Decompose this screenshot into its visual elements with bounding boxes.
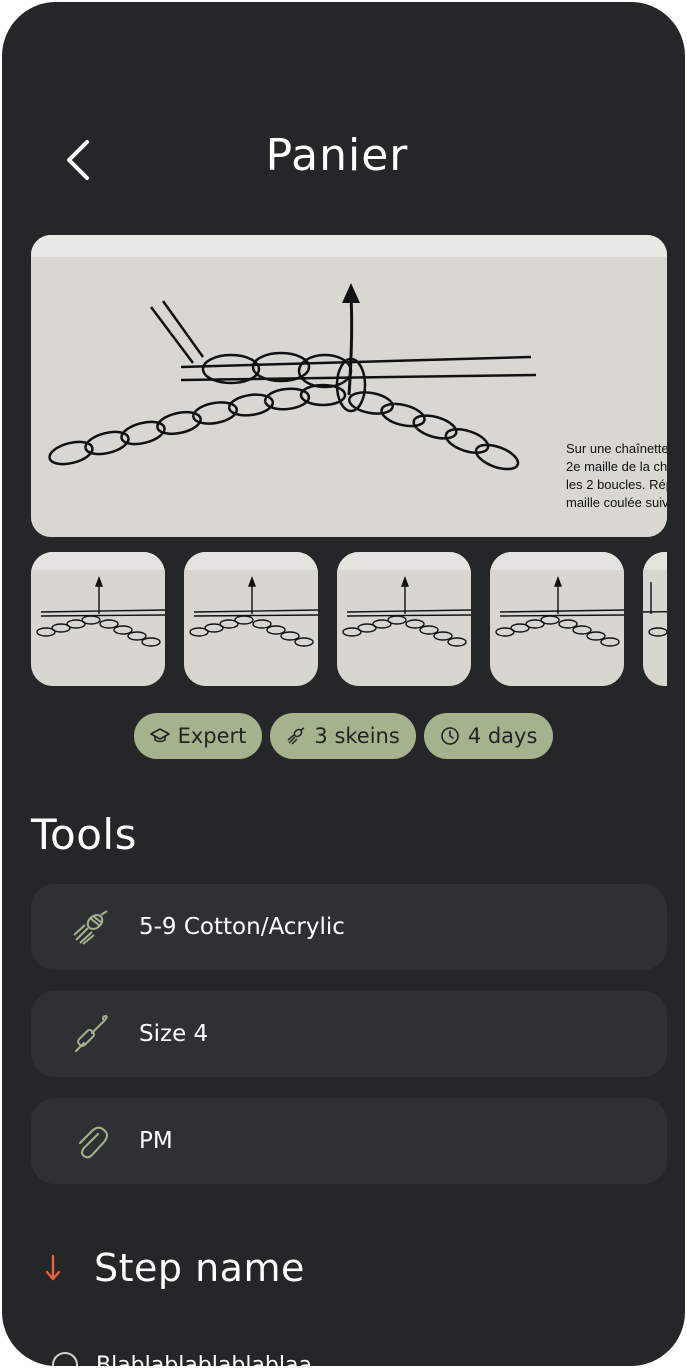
caption-line: maille coulée suiva	[566, 495, 667, 510]
thumbnail-1[interactable]	[31, 552, 165, 686]
yarn-skein-icon	[73, 910, 108, 945]
thumbnail-image	[31, 552, 165, 686]
tag-label: 4 days	[467, 724, 538, 748]
tag-row: Expert 3 skeins 4 days	[2, 713, 685, 761]
step-list-item[interactable]: Blablablablablablaa	[52, 1352, 312, 1366]
difficulty-tag: Expert	[133, 713, 263, 759]
step-name: Step name	[94, 1246, 305, 1290]
thumbnail-image	[184, 552, 318, 686]
tool-icon-container	[61, 906, 121, 948]
crochet-hook-icon	[75, 1014, 108, 1052]
hero-caption: Sur une chaînette 2e maille de la cha le…	[566, 440, 667, 512]
step-toggle[interactable]	[38, 1253, 68, 1283]
tool-label: PM	[139, 1128, 173, 1154]
thumbnail-image	[337, 552, 471, 686]
tool-icon-container	[61, 1120, 121, 1162]
caption-line: les 2 boucles. Répé	[566, 477, 667, 492]
skeins-tag: 3 skeins	[270, 713, 416, 759]
graduation-cap-icon	[149, 728, 170, 743]
thumbnail-5[interactable]	[643, 552, 667, 686]
tool-icon-container	[61, 1013, 121, 1055]
thumbnail-2[interactable]	[184, 552, 318, 686]
yarn-skein-icon	[287, 727, 305, 745]
thumbnail-strip[interactable]	[31, 552, 667, 686]
hero-image[interactable]: Sur une chaînette 2e maille de la cha le…	[31, 235, 667, 537]
clock-icon	[441, 727, 459, 745]
tag-label: 3 skeins	[314, 724, 400, 748]
caption-line: 2e maille de la cha	[566, 459, 667, 474]
phone-screen: Panier Sur une chaînette 2e maille de la…	[2, 2, 685, 1366]
thumbnail-4[interactable]	[490, 552, 624, 686]
thumbnail-image	[643, 552, 667, 686]
tool-item-hook[interactable]: Size 4	[31, 991, 667, 1077]
tool-item-yarn[interactable]: 5-9 Cotton/Acrylic	[31, 884, 667, 970]
tool-label: 5-9 Cotton/Acrylic	[139, 914, 345, 940]
page-title: Panier	[265, 130, 409, 181]
tag-label: Expert	[177, 724, 247, 748]
caption-line: Sur une chaînette	[566, 441, 667, 456]
thumbnail-3[interactable]	[337, 552, 471, 686]
step-item-label: Blablablablablablaa	[96, 1352, 312, 1367]
step-checkbox[interactable]	[52, 1352, 78, 1366]
paperclip-icon	[79, 1126, 108, 1159]
header: Panier	[2, 122, 685, 202]
step-header[interactable]: Step name	[38, 1240, 305, 1296]
tools-section-title: Tools	[31, 810, 137, 859]
arrow-down-icon	[45, 1254, 61, 1281]
tool-item-marker[interactable]: PM	[31, 1098, 667, 1184]
tool-label: Size 4	[139, 1021, 209, 1047]
thumbnail-image	[490, 552, 624, 686]
duration-tag: 4 days	[423, 713, 554, 759]
